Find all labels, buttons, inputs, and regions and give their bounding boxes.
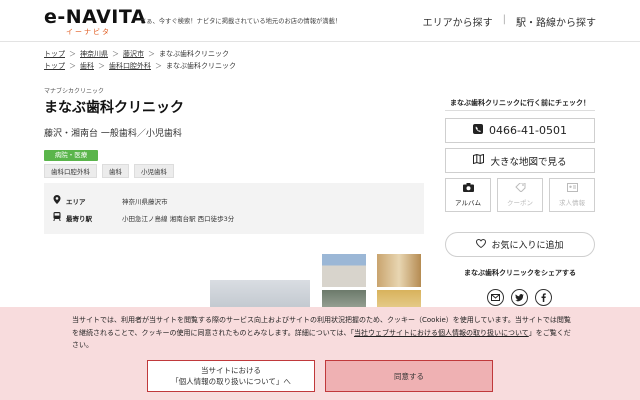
site-tagline: さぁ、今すぐ検索！ナビタに掲載されている地元のお店の情報が満載！ [140,18,342,25]
crumb-current: まなぶ歯科クリニック [166,62,236,70]
privacy-button-line2: 「個人情報の取り扱いについて」へ [171,377,291,386]
category-badge: 病院・医療 [44,150,98,161]
sidebar-heading: まなぶ歯科クリニックに行く前にチェック！ [450,99,590,107]
privacy-button-line1: 当サイトにおける [201,366,261,375]
cookie-notice-text: 当サイトでは、利用者が当サイトを閲覧する際のサービス向上およびサイトの利用状況把… [72,314,572,352]
crumb-current: まなぶ歯科クリニック [159,50,229,58]
map-pin-icon [52,195,62,206]
email-share-icon[interactable] [487,289,504,306]
crumb-top[interactable]: トップ [44,62,65,70]
nav-separator: | [502,14,506,25]
add-favorite-label: お気に入りに追加 [491,241,564,251]
crumb-top[interactable]: トップ [44,50,65,58]
map-icon [473,153,485,167]
sidebar-divider [445,110,595,111]
crumb-arrow: ＞ [148,50,155,58]
facebook-share-icon[interactable] [535,289,552,306]
heart-icon [476,238,487,251]
album-button[interactable]: アルバム [445,178,491,212]
coupon-icon [514,182,526,195]
crumb-city[interactable]: 藤沢市 [123,50,144,58]
logo-subtitle: イーナビタ [66,28,111,36]
nav-station-search[interactable]: 駅・路線から探す [516,14,596,29]
coupon-button: クーポン [497,178,543,212]
jobs-label: 求人情報 [559,199,585,207]
station-value: 小田急江ノ島線 湘南台駅 西口徒歩3分 [122,214,235,223]
camera-icon [462,183,474,195]
phone-number: 0466-41-0501 [489,124,567,137]
crumb-arrow: ＞ [69,62,76,70]
agree-button[interactable]: 同意する [325,360,493,392]
breadcrumb-row-area: トップ ＞ 神奈川県 ＞ 藤沢市 ＞ まなぶ歯科クリニック [44,48,236,60]
crumb-oral-surgery[interactable]: 歯科口腔外科 [109,62,151,70]
jobs-button: 求人情報 [549,178,595,212]
coupon-label: クーポン [507,199,533,207]
station-label: 最寄り駅 [66,214,92,223]
crumb-arrow: ＞ [69,50,76,58]
tag-item[interactable]: 歯科口腔外科 [44,164,97,178]
crumb-prefecture[interactable]: 神奈川県 [80,50,108,58]
crumb-arrow: ＞ [98,62,105,70]
phone-icon [473,124,484,137]
crumb-dental[interactable]: 歯科 [80,62,94,70]
site-logo[interactable]: e-NAVITA [44,8,146,27]
info-box: エリア 神奈川県藤沢市 最寄り駅 小田急江ノ島線 湘南台駅 西口徒歩3分 [44,183,424,234]
clinic-kana: マナブシカクリニック [44,88,105,95]
header-nav: エリアから探す | 駅・路線から探す [423,14,596,29]
area-label: エリア [66,197,86,206]
add-favorite-button[interactable]: お気に入りに追加 [445,232,595,257]
tag-item[interactable]: 小児歯科 [134,164,174,178]
album-label: アルバム [455,199,481,207]
phone-button[interactable]: 0466-41-0501 [445,118,595,143]
site-header: e-NAVITA イーナビタ さぁ、今すぐ検索！ナビタに掲載されている地元のお店… [0,0,640,42]
clinic-thumbnail[interactable] [377,254,421,287]
breadcrumb-row-category: トップ ＞ 歯科 ＞ 歯科口腔外科 ＞ まなぶ歯科クリニック [44,60,236,72]
tag-item[interactable]: 歯科 [102,164,129,178]
clinic-subtitle: 藤沢・湘南台 一般歯科／小児歯科 [44,129,182,139]
area-row: エリア 神奈川県藤沢市 [52,195,168,206]
share-buttons [487,289,552,306]
area-value: 神奈川県藤沢市 [122,197,168,206]
share-heading: まなぶ歯科クリニックをシェアする [464,269,576,277]
tag-list: 歯科口腔外科 歯科 小児歯科 [44,164,174,178]
train-icon [52,212,62,223]
station-row: 最寄り駅 小田急江ノ島線 湘南台駅 西口徒歩3分 [52,212,234,223]
privacy-policy-button[interactable]: 当サイトにおける 「個人情報の取り扱いについて」へ [147,360,315,392]
crumb-arrow: ＞ [155,62,162,70]
large-map-label: 大きな地図で見る [490,156,567,168]
nav-area-search[interactable]: エリアから探す [423,14,493,29]
breadcrumb: トップ ＞ 神奈川県 ＞ 藤沢市 ＞ まなぶ歯科クリニック トップ ＞ 歯科 ＞ 歯科口腔外科 ＞ まな… [44,48,236,72]
crumb-arrow: ＞ [112,50,119,58]
job-card-icon [566,183,578,195]
privacy-policy-link[interactable]: 当社ウェブサイトにおける個人情報の取り扱いについて [354,329,529,337]
page-title: まなぶ歯科クリニック [44,100,184,116]
twitter-share-icon[interactable] [511,289,528,306]
clinic-thumbnail[interactable] [322,254,366,287]
large-map-button[interactable]: 大きな地図で見る [445,148,595,173]
